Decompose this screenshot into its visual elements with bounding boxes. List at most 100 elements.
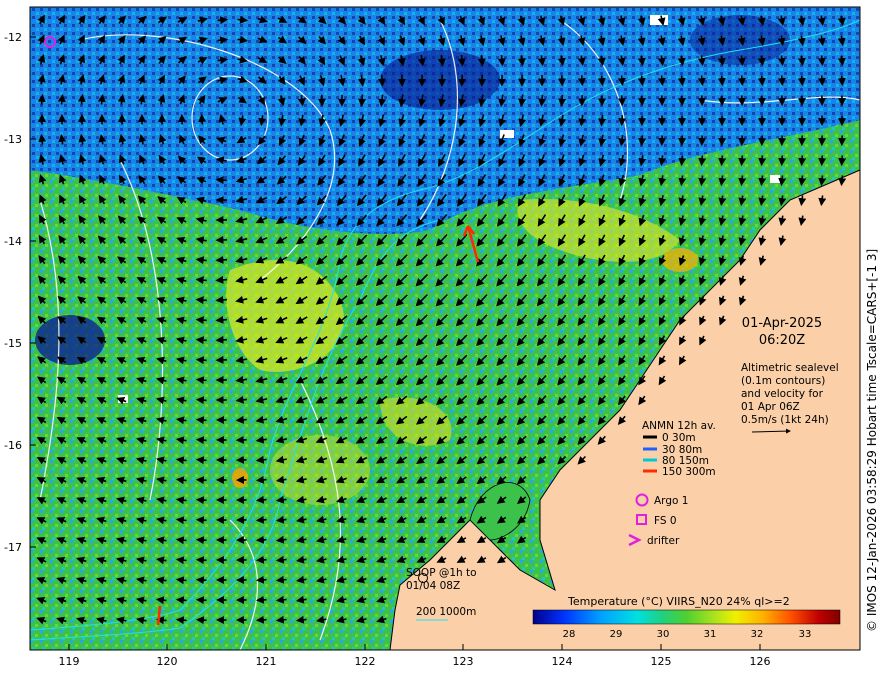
lon-tick-label: 119 (59, 655, 80, 668)
velocity-arrow (195, 436, 207, 445)
lat-tick-label: -15 (4, 337, 22, 350)
colorbar-tick: 28 (563, 629, 576, 640)
velocity-arrow (275, 595, 287, 604)
description-line: (0.1m contours) (741, 375, 825, 387)
velocity-arrow (195, 356, 207, 365)
velocity-arrow (215, 315, 228, 324)
velocity-arrow (175, 576, 187, 585)
soop-legend-line: 01/04 08Z (406, 580, 460, 592)
velocity-arrow (637, 75, 646, 87)
velocity-arrow (195, 336, 207, 345)
colorbar-tick: 29 (610, 629, 623, 640)
velocity-arrow (195, 476, 207, 485)
velocity-arrow (597, 75, 606, 87)
velocity-arrow (195, 376, 207, 385)
anmn-legend-item: 0 30m (662, 432, 696, 444)
lat-tick-label: -12 (4, 31, 22, 44)
anmn-legend-item: 150 300m (662, 466, 716, 478)
velocity-arrow (758, 155, 767, 167)
velocity-arrow (175, 536, 187, 545)
credit-text: © IMOS 12-Jan-2026 03:58:29 Hobart time … (865, 249, 879, 632)
velocity-arrow (195, 396, 207, 405)
velocity-arrow (255, 475, 267, 484)
velocity-arrow (797, 75, 806, 87)
velocity-arrow (638, 135, 647, 147)
lat-tick-label: -17 (4, 541, 22, 554)
velocity-arrow (738, 155, 747, 167)
velocity-arrow (235, 415, 247, 424)
velocity-arrow (777, 55, 786, 67)
velocity-arrow (175, 596, 187, 605)
velocity-arrow (738, 175, 747, 187)
velocity-arrow (275, 615, 287, 624)
colorbar-tick: 30 (657, 629, 670, 640)
velocity-arrow (255, 495, 267, 504)
velocity-arrow (778, 155, 787, 167)
velocity-arrow (275, 555, 287, 564)
colorbar-tick: 31 (704, 629, 717, 640)
bathy-legend-label: 200 1000m (416, 606, 476, 618)
drifter-legend-label: drifter (647, 535, 680, 547)
lon-tick-label: 123 (453, 655, 474, 668)
velocity-arrow (817, 55, 826, 67)
velocity-arrow (757, 55, 766, 67)
map-time: 06:20Z (759, 333, 805, 348)
velocity-arrow (195, 516, 207, 525)
velocity-arrow (838, 175, 847, 187)
velocity-arrow (778, 175, 787, 187)
velocity-arrow (757, 75, 766, 87)
velocity-arrow (377, 74, 386, 87)
description-line: 0.5m/s (1kt 24h) (741, 414, 829, 426)
velocity-arrow (538, 94, 547, 107)
velocity-arrow (737, 75, 746, 87)
lon-tick-label: 126 (750, 655, 771, 668)
velocity-arrow (678, 155, 687, 167)
argo-legend-label: Argo 1 (654, 495, 688, 507)
velocity-arrow (517, 55, 526, 67)
velocity-arrow (457, 54, 466, 67)
velocity-arrow (598, 115, 607, 127)
description-line: 01 Apr 06Z (741, 401, 800, 413)
velocity-arrow (697, 75, 706, 87)
velocity-arrow (777, 75, 786, 87)
velocity-arrow (255, 555, 267, 564)
velocity-arrow (817, 75, 826, 87)
velocity-arrow (657, 75, 666, 87)
velocity-arrow (175, 516, 187, 525)
velocity-arrow (215, 176, 227, 185)
velocity-arrow (697, 55, 706, 67)
velocity-arrow (758, 175, 767, 187)
velocity-arrow (838, 155, 847, 167)
velocity-arrow (195, 456, 207, 465)
velocity-arrow (618, 115, 627, 127)
velocity-arrow (718, 155, 727, 167)
velocity-arrow (215, 275, 228, 284)
map-date: 01-Apr-2025 (742, 316, 822, 331)
velocity-arrow (38, 133, 47, 145)
velocity-arrow (195, 416, 207, 425)
lon-tick-label: 120 (157, 655, 178, 668)
sst-map: -12 -13 -14 -15 -16 -17 119 120 121 122 … (4, 6, 879, 668)
velocity-arrow (837, 55, 846, 67)
longitude-axis: 119 120 121 122 123 124 125 126 (59, 655, 771, 668)
velocity-arrow (255, 455, 267, 464)
velocity-arrow (717, 75, 726, 87)
lon-tick-label: 125 (651, 655, 672, 668)
velocity-arrow (175, 616, 187, 625)
velocity-arrow (698, 155, 707, 167)
colorbar-title: Temperature (°C) VIIRS_N20 24% ql>=2 (567, 595, 790, 608)
colorbar-tick: 32 (751, 629, 764, 640)
velocity-arrow (237, 15, 249, 24)
velocity-arrow (798, 175, 807, 187)
velocity-arrow (275, 575, 287, 584)
velocity-arrow (658, 155, 667, 167)
velocity-arrow (198, 113, 207, 125)
soop-legend-line: SOOP @1h to (406, 567, 477, 579)
velocity-arrow (477, 54, 486, 67)
velocity-arrow (717, 55, 726, 67)
velocity-arrow (797, 55, 806, 67)
velocity-arrow (195, 576, 207, 585)
colorbar-gradient (532, 609, 841, 625)
lat-tick-label: -14 (4, 235, 22, 248)
velocity-arrow (215, 255, 228, 264)
